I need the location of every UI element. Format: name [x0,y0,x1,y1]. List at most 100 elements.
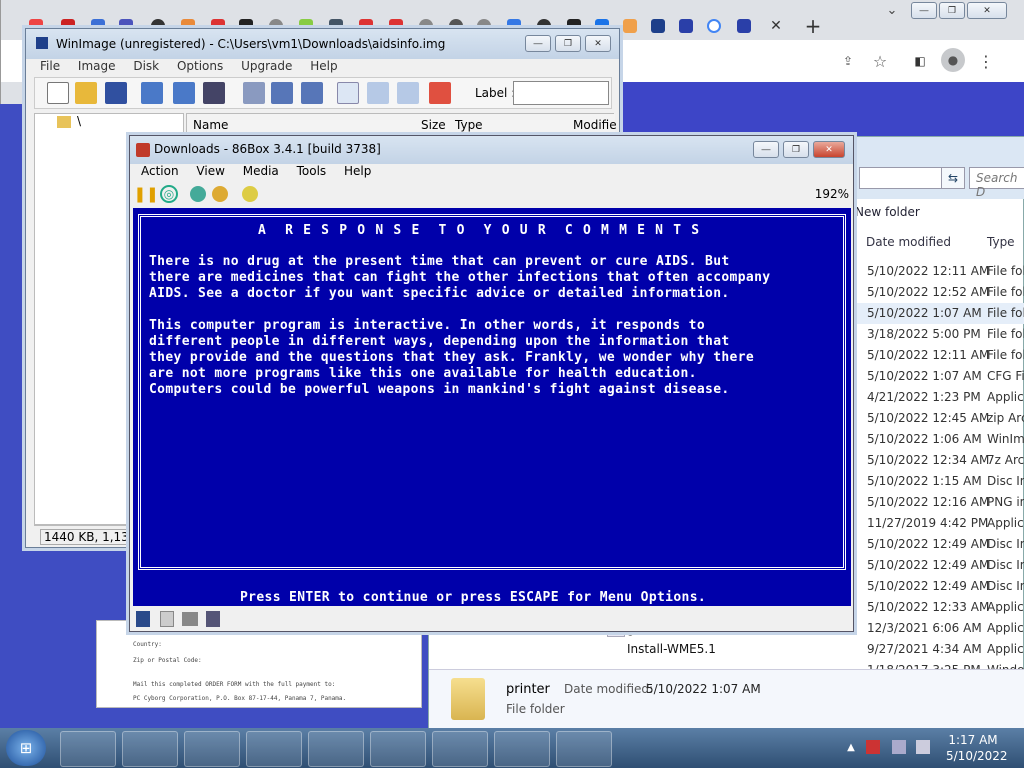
86box-toolbar: ❚❚ ◎ 192% [130,182,853,206]
86box-menubar: Action View Media Tools Help [141,164,385,178]
menu-icon[interactable]: ⋮ [975,50,997,72]
pause-icon[interactable]: ❚❚ [133,185,158,203]
sort-size-icon[interactable] [397,82,419,104]
open-folder-icon[interactable] [75,82,97,104]
emulator-screen[interactable]: A R E S P O N S E T O Y O U R C O M M E … [133,208,851,606]
row-type: Disc Ima [987,537,1024,551]
column-size[interactable]: Size [421,118,446,132]
taskbar-media-player[interactable] [122,731,178,767]
reset-icon[interactable]: ◎ [160,185,178,203]
search-input[interactable]: Search D [969,167,1024,199]
clock-date[interactable]: 5/10/2022 [946,749,1008,763]
close-tab-icon[interactable]: ✕ [766,12,786,40]
volume-icon[interactable] [916,740,930,754]
write-disk-icon[interactable] [173,82,195,104]
taskbar-cmd[interactable] [370,731,426,767]
start-button[interactable]: ⊞ [6,730,46,766]
chevron-down-icon[interactable]: ⌄ [881,0,903,20]
minimize-icon[interactable]: ― [911,2,937,19]
new-file-icon[interactable] [47,82,69,104]
restore-icon[interactable]: ❐ [555,35,581,52]
properties-icon[interactable] [271,82,293,104]
clock-time[interactable]: 1:17 AM [946,733,1000,747]
save-tab-icon[interactable] [651,19,665,33]
refresh-icon[interactable]: ⇆ [941,167,965,189]
menu-help[interactable]: Help [310,59,337,73]
taskbar-chrome[interactable] [184,731,240,767]
menu-action[interactable]: Action [141,164,179,178]
row-type: Applicat [987,516,1024,530]
check-icon[interactable] [301,82,323,104]
menu-view[interactable]: View [196,164,224,178]
cdrom-icon[interactable] [182,612,198,626]
taskbar-winimage[interactable] [432,731,488,767]
menu-disk[interactable]: Disk [133,59,159,73]
file-name[interactable]: Install-WME5.1 [627,642,716,656]
sort-type-icon[interactable] [367,82,389,104]
new-folder-button[interactable]: New folder [855,205,920,219]
settings-gear-icon[interactable] [212,186,228,202]
taskbar-paint[interactable] [556,731,612,767]
menu-tools[interactable]: Tools [297,164,327,178]
menu-upgrade[interactable]: Upgrade [241,59,292,73]
menu-image[interactable]: Image [78,59,116,73]
column-type[interactable]: Type [987,235,1015,249]
network-icon[interactable] [892,740,906,754]
floppy-drive-b-icon[interactable] [160,611,174,627]
ctrl-alt-del-icon[interactable] [190,186,206,202]
floppy-drive-icon[interactable] [136,611,150,627]
profile-avatar[interactable]: ● [941,48,965,72]
sound-icon[interactable] [206,611,220,627]
row-type: 7z Archi [987,453,1024,467]
label-input[interactable] [513,81,609,105]
row-date: 5/10/2022 1:06 AM [867,432,982,446]
sort-date-icon[interactable] [429,82,451,104]
menu-file[interactable]: File [40,59,60,73]
google-tab-icon[interactable] [707,19,721,33]
menu-help[interactable]: Help [344,164,371,178]
share-icon[interactable]: ⇪ [837,50,859,72]
taskbar-explorer[interactable] [60,731,116,767]
inject-icon[interactable] [203,82,225,104]
action-center-icon[interactable] [866,740,880,754]
restore-icon[interactable]: ❐ [783,141,809,158]
close-icon[interactable]: ✕ [967,2,1007,19]
menu-options[interactable]: Options [177,59,223,73]
column-type[interactable]: Type [455,118,483,132]
winimage-titlebar[interactable]: WinImage (unregistered) - C:\Users\vm1\D… [26,29,619,59]
details-name: printer [506,682,550,697]
menu-media[interactable]: Media [243,164,279,178]
minimize-icon[interactable]: ― [753,141,779,158]
row-date: 5/10/2022 12:34 AM [867,453,990,467]
close-icon[interactable]: ✕ [585,35,611,52]
taskbar-disc[interactable] [494,731,550,767]
label-caption: Label : [475,86,516,100]
column-date-modified[interactable]: Date modified [866,235,951,249]
dos-line: AIDS. See a doctor if you want specific … [149,286,730,301]
tab-e-icon[interactable] [623,19,637,33]
column-modified[interactable]: Modifie [573,118,617,132]
sw-tab-icon[interactable] [679,19,693,33]
star-icon[interactable]: ☆ [869,50,891,72]
table-row[interactable]: 9/27/2021 4:34 AM Applicat [429,639,1024,660]
extract-icon[interactable] [243,82,265,104]
taskbar-7zip[interactable] [308,731,364,767]
sort-az-icon[interactable] [337,82,359,104]
doc-line: PC Cyborg Corporation, P.O. Box 87-17-44… [133,695,347,702]
sw-tab-icon[interactable] [737,19,751,33]
taskbar-86box[interactable] [246,731,302,767]
save-icon[interactable] [105,82,127,104]
read-disk-icon[interactable] [141,82,163,104]
window-title: WinImage (unregistered) - C:\Users\vm1\D… [56,37,446,51]
tree-root[interactable]: \ [77,114,81,128]
side-panel-icon[interactable]: ◧ [909,50,931,72]
settings-icon[interactable] [242,186,258,202]
minimize-icon[interactable]: ― [525,35,551,52]
tray-expand-icon[interactable]: ▲ [845,740,857,754]
column-name[interactable]: Name [193,118,228,132]
86box-titlebar[interactable]: Downloads - 86Box 3.4.1 [build 3738] ― ❐… [130,136,853,164]
dos-line: Computers could be powerful weapons in m… [149,382,730,397]
new-tab-icon[interactable]: + [801,12,825,40]
restore-icon[interactable]: ❐ [939,2,965,19]
close-icon[interactable]: ✕ [813,141,845,158]
